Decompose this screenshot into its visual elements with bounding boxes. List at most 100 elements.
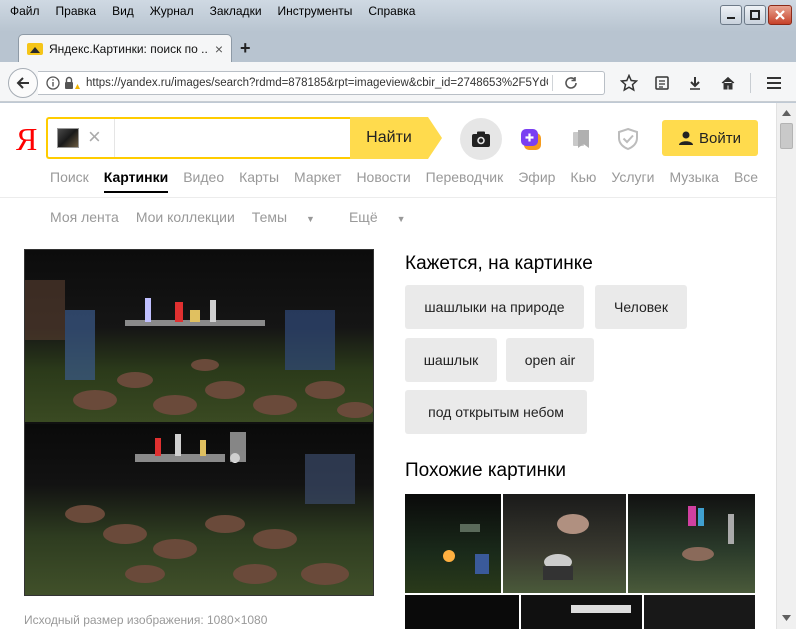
yandex-logo[interactable]: Я bbox=[16, 123, 37, 155]
search-input[interactable] bbox=[118, 123, 344, 153]
main-image-bottom-half bbox=[25, 424, 373, 595]
menu-view[interactable]: Вид bbox=[104, 2, 142, 20]
toolbar-icons bbox=[612, 72, 790, 94]
main-image-top-scene bbox=[25, 280, 373, 418]
service-efir[interactable]: Эфир bbox=[518, 169, 555, 193]
search-bar[interactable]: × bbox=[46, 117, 350, 159]
menu-history[interactable]: Журнал bbox=[142, 2, 202, 20]
subnav-themes-label: Темы bbox=[251, 209, 288, 225]
camera-icon bbox=[472, 131, 490, 147]
service-news[interactable]: Новости bbox=[356, 169, 410, 193]
web-page: Я × Найти Войти Поиск Картинки Видео Кар… bbox=[0, 103, 776, 629]
clear-image-icon[interactable]: × bbox=[88, 126, 101, 148]
services-nav: Поиск Картинки Видео Карты Маркет Новост… bbox=[50, 169, 773, 193]
browser-tab[interactable]: Яндекс.Картинки: поиск по ... × bbox=[18, 34, 232, 62]
search-divider bbox=[114, 119, 115, 157]
window-controls bbox=[720, 5, 792, 25]
subnav-themes[interactable]: Темы ▼ bbox=[252, 209, 332, 225]
shield-check-icon bbox=[618, 127, 638, 151]
camera-search-button[interactable] bbox=[460, 118, 502, 160]
search-image-thumbnail[interactable] bbox=[57, 128, 79, 148]
find-button-arrow bbox=[428, 117, 442, 159]
user-icon bbox=[679, 131, 693, 145]
menu-help[interactable]: Справка bbox=[360, 2, 423, 20]
images-subnav: Моя лента Мои коллекции Темы ▼ Ещё ▼ bbox=[50, 209, 440, 225]
home-icon[interactable] bbox=[711, 72, 744, 94]
maximize-icon bbox=[750, 10, 760, 20]
info-icon[interactable] bbox=[44, 74, 62, 92]
address-bar[interactable]: https://yandex.ru/images/search?rdmd=878… bbox=[38, 71, 605, 95]
toolbar-divider bbox=[750, 73, 751, 93]
menu-bar: Файл Правка Вид Журнал Закладки Инструме… bbox=[4, 2, 423, 20]
header-divider bbox=[0, 197, 776, 198]
reading-list-icon[interactable] bbox=[645, 72, 678, 94]
new-tab-button[interactable]: + bbox=[240, 38, 251, 59]
seems-heading: Кажется, на картинке bbox=[405, 253, 593, 274]
bookmark-star-icon[interactable] bbox=[612, 72, 645, 94]
menu-tools[interactable]: Инструменты bbox=[270, 2, 361, 20]
login-button[interactable]: Войти bbox=[662, 120, 758, 156]
similar-heading: Похожие картинки bbox=[405, 460, 566, 481]
similar-image[interactable] bbox=[405, 494, 501, 593]
reload-icon[interactable] bbox=[559, 76, 583, 90]
yandex-images-favicon-icon bbox=[27, 42, 43, 55]
service-translate[interactable]: Переводчик bbox=[426, 169, 504, 193]
similar-image-scene bbox=[571, 605, 631, 613]
service-images[interactable]: Картинки bbox=[103, 169, 169, 193]
close-icon bbox=[775, 10, 785, 20]
scroll-up-icon[interactable] bbox=[779, 105, 794, 120]
main-image-top-half bbox=[25, 250, 373, 422]
main-image[interactable] bbox=[24, 249, 374, 596]
tag-button[interactable]: шашлыки на природе bbox=[405, 285, 584, 329]
add-collection-button[interactable] bbox=[511, 119, 551, 159]
service-uslugi[interactable]: Услуги bbox=[611, 169, 654, 193]
subnav-more-label: Ещё bbox=[348, 209, 378, 225]
url-divider bbox=[552, 75, 553, 91]
similar-image[interactable] bbox=[521, 595, 642, 629]
service-q[interactable]: Кью bbox=[570, 169, 596, 193]
back-button[interactable] bbox=[8, 68, 38, 98]
tab-title: Яндекс.Картинки: поиск по ... bbox=[49, 41, 209, 56]
subnav-more[interactable]: Ещё ▼ bbox=[349, 209, 423, 225]
maximize-button[interactable] bbox=[744, 5, 766, 25]
minimize-button[interactable] bbox=[720, 5, 742, 25]
scroll-thumb[interactable] bbox=[780, 123, 793, 149]
subnav-collections[interactable]: Мои коллекции bbox=[136, 209, 235, 225]
similar-image[interactable] bbox=[628, 494, 755, 593]
navigation-toolbar: https://yandex.ru/images/search?rdmd=878… bbox=[0, 62, 796, 102]
tag-button[interactable]: под открытым небом bbox=[405, 390, 587, 434]
service-market[interactable]: Маркет bbox=[294, 169, 341, 193]
similar-image[interactable] bbox=[644, 595, 755, 629]
service-all[interactable]: Все bbox=[734, 169, 758, 193]
menu-bookmarks[interactable]: Закладки bbox=[202, 2, 270, 20]
tag-button[interactable]: open air bbox=[506, 338, 594, 382]
similar-image-scene bbox=[543, 514, 589, 580]
collections-button[interactable] bbox=[561, 119, 601, 159]
minimize-icon bbox=[727, 17, 735, 19]
find-button[interactable]: Найти bbox=[350, 117, 428, 159]
service-music[interactable]: Музыка bbox=[669, 169, 719, 193]
similar-image-scene bbox=[682, 506, 734, 561]
hamburger-menu-icon[interactable] bbox=[757, 72, 790, 94]
url-text[interactable]: https://yandex.ru/images/search?rdmd=878… bbox=[86, 77, 548, 89]
similar-image-scene bbox=[443, 524, 489, 574]
service-search[interactable]: Поиск bbox=[50, 169, 89, 193]
scroll-down-icon[interactable] bbox=[779, 610, 794, 625]
arrow-left-icon bbox=[16, 77, 29, 89]
close-window-button[interactable] bbox=[768, 5, 792, 25]
tag-button[interactable]: шашлык bbox=[405, 338, 497, 382]
protect-button[interactable] bbox=[608, 119, 648, 159]
service-video[interactable]: Видео bbox=[183, 169, 224, 193]
lock-warning-icon[interactable] bbox=[64, 75, 80, 91]
subnav-feed[interactable]: Моя лента bbox=[50, 209, 119, 225]
similar-image[interactable] bbox=[503, 494, 626, 593]
service-maps[interactable]: Карты bbox=[239, 169, 279, 193]
tab-close-icon[interactable]: × bbox=[215, 41, 223, 57]
menu-edit[interactable]: Правка bbox=[48, 2, 105, 20]
page-scrollbar[interactable] bbox=[776, 103, 796, 629]
similar-image[interactable] bbox=[405, 595, 519, 629]
tag-button[interactable]: Человек bbox=[595, 285, 687, 329]
menu-file[interactable]: Файл bbox=[4, 2, 48, 20]
chevron-down-icon: ▼ bbox=[396, 214, 406, 224]
download-icon[interactable] bbox=[678, 72, 711, 94]
